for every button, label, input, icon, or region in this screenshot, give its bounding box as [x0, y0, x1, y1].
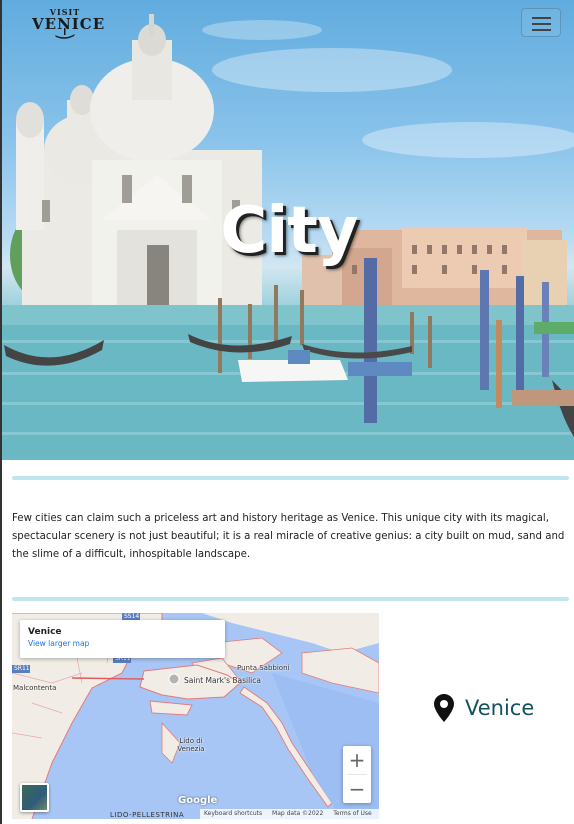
google-logo: Google	[178, 795, 218, 806]
section-divider	[12, 476, 569, 480]
map-info-card: Venice View larger map	[20, 620, 225, 658]
keyboard-shortcuts-link[interactable]: Keyboard shortcuts	[204, 810, 262, 817]
map-data-attribution: Map data ©2022	[272, 810, 324, 817]
map-label-lido: Lido di Venezia	[177, 737, 205, 753]
hamburger-icon	[532, 17, 551, 19]
map-label-lido-pellestrina: LIDO-PELLESTRINA	[110, 811, 185, 819]
terms-of-use-link[interactable]: Terms of Use	[333, 810, 371, 817]
view-larger-map-link[interactable]: View larger map	[28, 638, 217, 650]
hamburger-icon-line	[532, 29, 551, 31]
zoom-in-button[interactable]: +	[343, 746, 371, 774]
gondola-logo-icon	[55, 28, 75, 39]
map-label-sr11: SR11	[14, 665, 30, 672]
satellite-toggle-button[interactable]	[20, 783, 49, 812]
hero-banner: VISIT VENICE City	[2, 0, 574, 460]
map-footer-bar: Keyboard shortcuts Map data ©2022 Terms …	[200, 809, 379, 819]
location-name: Venice	[465, 696, 535, 720]
map-label-punta-sabbioni: Punta Sabbioni	[237, 664, 290, 672]
intro-paragraph: Few cities can claim such a priceless ar…	[12, 513, 565, 560]
map-zoom-control: + −	[343, 746, 371, 803]
page-title: City	[220, 194, 358, 268]
embedded-map[interactable]: SS14 SR11 SR11 Malcontenta Punta Sabbion…	[12, 613, 379, 819]
navbar-toggle-button[interactable]	[521, 8, 561, 37]
hamburger-icon-line	[532, 23, 551, 25]
site-logo[interactable]: VISIT VENICE	[32, 8, 104, 39]
map-place-name: Venice	[28, 627, 62, 637]
map-label-ss14: SS14	[124, 613, 140, 620]
map-pin-icon	[434, 694, 454, 722]
map-label-saint-marks: Saint Mark's Basilica	[184, 676, 261, 685]
location-label: Venice	[434, 694, 534, 722]
map-label-malcontenta: Malcontenta	[13, 684, 57, 692]
zoom-out-button[interactable]: −	[343, 775, 371, 803]
section-divider	[12, 597, 569, 601]
